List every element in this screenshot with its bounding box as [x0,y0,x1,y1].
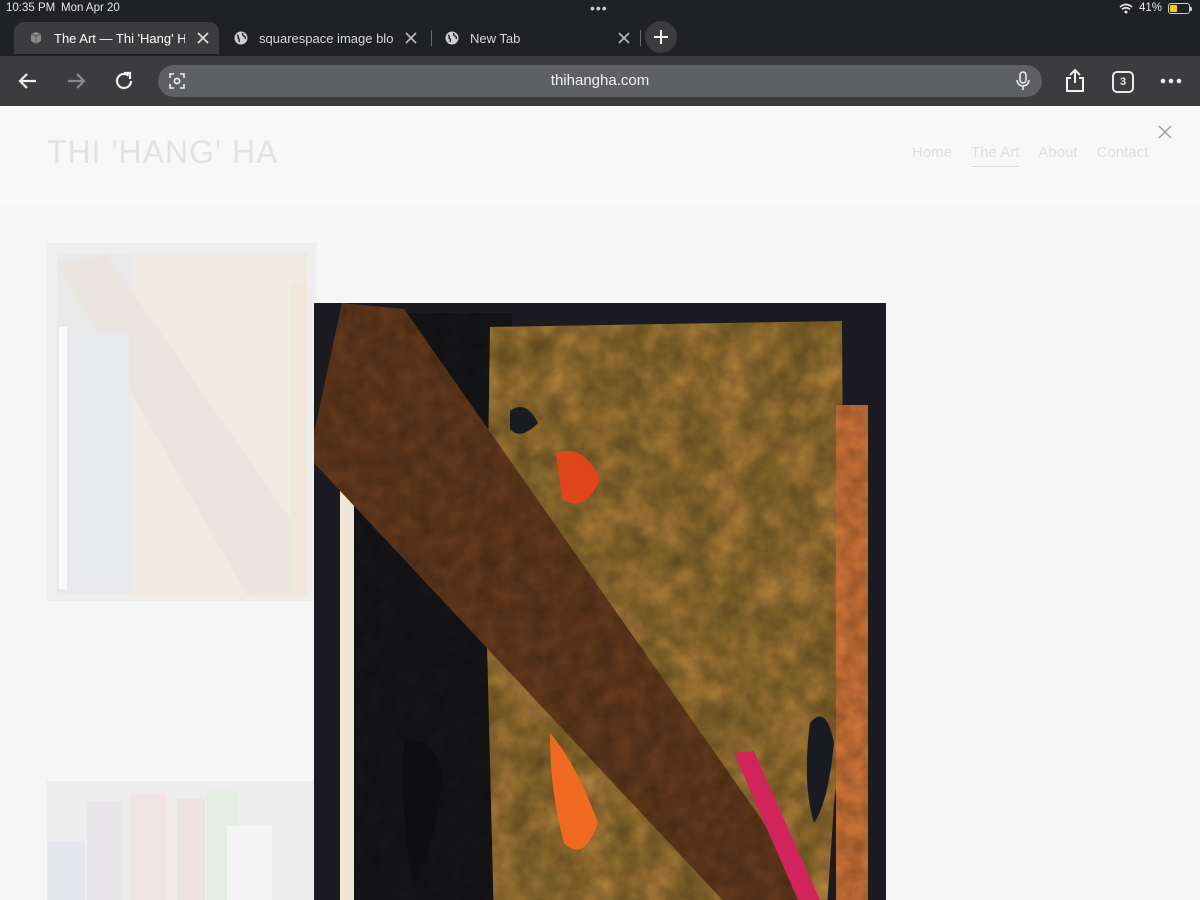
tab-title: squarespace image bloc [259,30,393,46]
globe-icon [234,31,248,45]
site-nav: Home The Art About Contact [912,144,1148,167]
new-tab-button[interactable] [645,21,677,53]
lightbox-artwork-image[interactable] [314,303,886,900]
plus-icon [654,30,668,44]
tab-bar: The Art — Thi 'Hang' Ha squarespace imag… [0,18,1200,56]
nav-the-art[interactable]: The Art [971,144,1020,167]
collage-artwork [314,303,886,900]
battery-icon [1168,2,1192,14]
tab-close-icon[interactable] [403,30,419,46]
nav-home[interactable]: Home [912,144,952,167]
share-icon[interactable] [1062,67,1088,93]
tab-new-tab[interactable]: New Tab [430,22,640,54]
artwork-thumbnail-image [47,243,317,601]
browser-toolbar: thihangha.com 3 [0,56,1200,106]
status-bar: 10:35 PM Mon Apr 20 ••• 41% [0,0,1200,18]
tab-squarespace[interactable]: squarespace image bloc [219,22,427,54]
globe-icon [445,31,459,45]
tab-title: New Tab [470,30,521,46]
web-page: THI 'HANG' HA Home The Art About Contact [0,106,1200,900]
gallery-thumbnail[interactable] [47,243,317,601]
reload-icon[interactable] [111,68,137,94]
site-favicon-icon [30,32,42,44]
tab-the-art[interactable]: The Art — Thi 'Hang' Ha [14,22,219,54]
lightbox-close-icon[interactable] [1157,124,1173,140]
wifi-icon [1119,3,1133,13]
nav-about[interactable]: About [1038,144,1077,167]
multitasking-dots-icon[interactable]: ••• [590,0,608,16]
tab-separator [640,30,641,46]
tab-switcher-button[interactable]: 3 [1112,71,1134,93]
site-header: THI 'HANG' HA Home The Art About Contact [0,106,1200,206]
address-bar[interactable]: thihangha.com [158,65,1042,97]
forward-arrow-icon[interactable] [63,68,89,94]
site-title[interactable]: THI 'HANG' HA [47,134,278,171]
battery-percent: 41% [1138,2,1162,14]
status-date: Mon Apr 20 [61,2,120,14]
nav-contact[interactable]: Contact [1097,144,1149,167]
artwork-thumbnail-image [47,781,317,900]
gallery-thumbnail[interactable] [47,781,317,900]
mic-icon[interactable] [1014,71,1032,91]
url-text[interactable]: thihangha.com [158,72,1042,89]
status-time: 10:35 PM [6,2,56,14]
tab-title: The Art — Thi 'Hang' Ha [54,30,185,46]
more-icon[interactable] [1158,68,1184,94]
tab-close-icon[interactable] [616,30,632,46]
tab-close-icon[interactable] [195,30,211,46]
back-arrow-icon[interactable] [15,68,41,94]
